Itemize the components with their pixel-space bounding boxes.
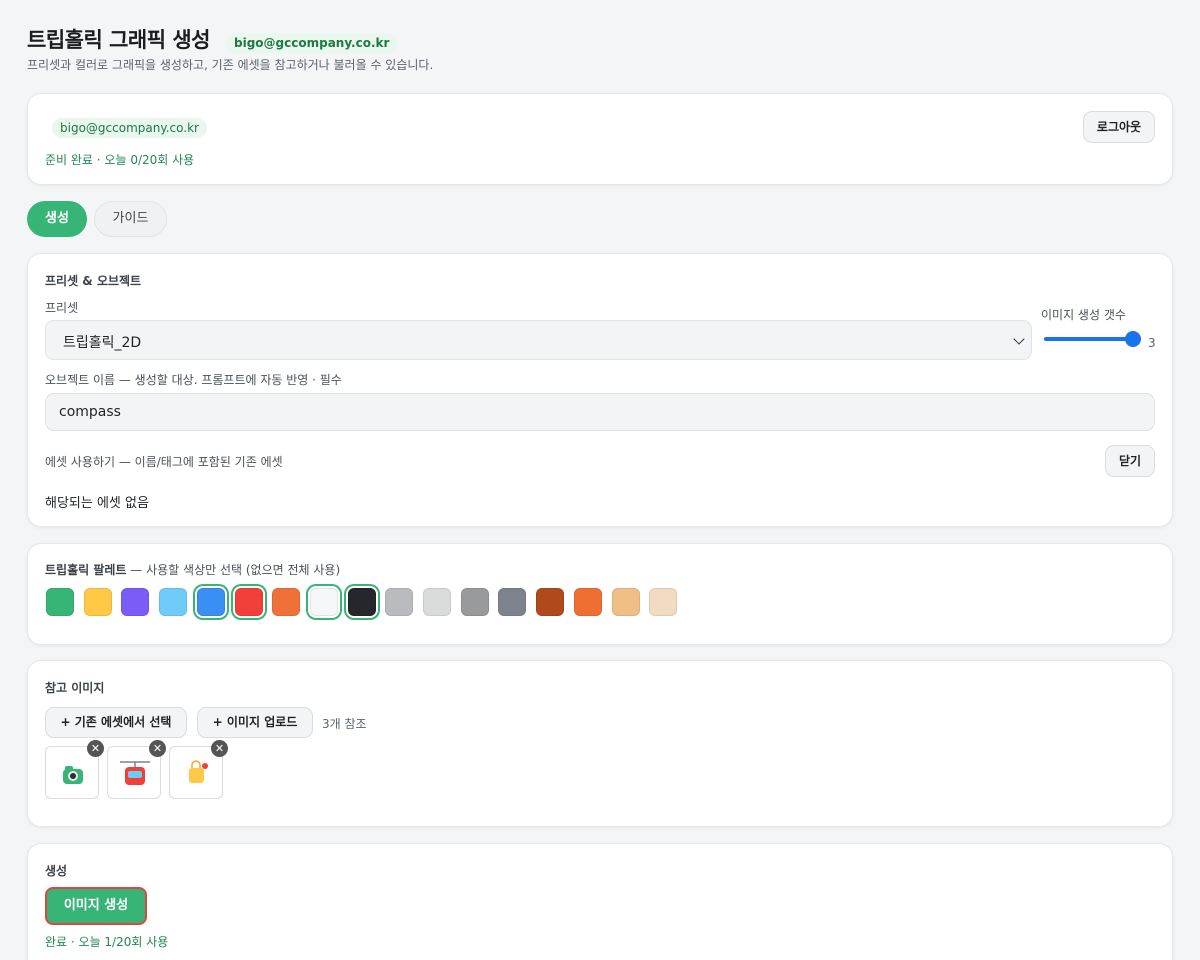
reference-thumbnail[interactable]: ✕ (107, 740, 166, 799)
remove-reference-button[interactable]: ✕ (87, 740, 104, 757)
reference-thumbnail[interactable]: ✕ (169, 740, 228, 799)
logout-button[interactable]: 로그아웃 (1083, 111, 1155, 143)
preset-section-title: 프리셋 & 오브젝트 (45, 274, 142, 288)
user-email-badge: bigo@gccompany.co.kr (226, 33, 398, 53)
page-header: 트립홀릭 그래픽 생성 bigo@gccompany.co.kr 프리셋과 컬러… (27, 24, 1173, 74)
palette-swatch[interactable] (574, 588, 602, 616)
generate-card: 생성 이미지 생성 완료 · 오늘 1/20회 사용 (27, 843, 1173, 960)
remove-reference-button[interactable]: ✕ (149, 740, 166, 757)
image-count-label: 이미지 생성 갯수 (1041, 308, 1126, 322)
generate-image-button[interactable]: 이미지 생성 (45, 887, 147, 925)
account-email-badge: bigo@gccompany.co.kr (52, 118, 207, 138)
palette-card: 트립홀릭 팔레트 — 사용할 색상만 선택 (없으면 전체 사용) (27, 543, 1173, 645)
remove-reference-button[interactable]: ✕ (211, 740, 228, 757)
generate-status: 완료 · 오늘 1/20회 사용 (45, 935, 169, 949)
palette-swatch[interactable] (121, 588, 149, 616)
page-subtitle: 프리셋과 컬러로 그래픽을 생성하고, 기존 에셋을 참고하거나 불러올 수 있… (27, 58, 434, 72)
image-count-value: 3 (1148, 336, 1156, 350)
palette-swatch[interactable] (197, 588, 225, 616)
select-existing-asset-button[interactable]: + 기존 에셋에서 선택 (45, 707, 187, 738)
palette-swatch[interactable] (84, 588, 112, 616)
object-name-label: 오브젝트 이름 — 생성할 대상. 프롬프트에 자동 반영 · 필수 (45, 373, 342, 387)
upload-image-button[interactable]: + 이미지 업로드 (197, 707, 313, 738)
palette-swatch[interactable] (310, 588, 338, 616)
palette-swatch[interactable] (159, 588, 187, 616)
object-name-value: compass (59, 404, 121, 420)
palette-swatch[interactable] (235, 588, 263, 616)
page-title: 트립홀릭 그래픽 생성 (27, 28, 211, 52)
object-name-input[interactable]: compass (45, 393, 1155, 431)
palette-title: 트립홀릭 팔레트 (45, 563, 127, 577)
reference-thumbnail[interactable]: ✕ (45, 740, 104, 799)
tab-guide[interactable]: 가이드 (94, 201, 167, 237)
no-asset-message: 해당되는 에셋 없음 (45, 496, 149, 511)
palette-swatch[interactable] (46, 588, 74, 616)
palette-hint: — 사용할 색상만 선택 (없으면 전체 사용) (126, 563, 341, 577)
generate-section-title: 생성 (45, 864, 68, 878)
palette-swatch[interactable] (272, 588, 300, 616)
reference-count: 3개 참조 (322, 717, 367, 731)
preset-label: 프리셋 (45, 301, 79, 315)
palette-swatch[interactable] (461, 588, 489, 616)
reference-images-card: 참고 이미지 + 기존 에셋에서 선택 + 이미지 업로드 3개 참조 ✕ ✕ (27, 660, 1173, 827)
reference-section-title: 참고 이미지 (45, 681, 105, 695)
preset-select[interactable]: 트립홀릭_2D (45, 320, 1032, 360)
palette-swatch[interactable] (536, 588, 564, 616)
palette-heading: 트립홀릭 팔레트 — 사용할 색상만 선택 (없으면 전체 사용) (45, 561, 340, 578)
preset-object-card: 프리셋 & 오브젝트 프리셋 트립홀릭_2D 이미지 생성 갯수 3 오브젝트 … (27, 253, 1173, 527)
palette-swatch[interactable] (385, 588, 413, 616)
tab-generate[interactable]: 생성 (27, 201, 87, 237)
palette-swatch[interactable] (649, 588, 677, 616)
asset-use-label: 에셋 사용하기 — 이름/태그에 포함된 기존 에셋 (45, 455, 283, 469)
palette-swatch[interactable] (348, 588, 376, 616)
account-status: 준비 완료 · 오늘 0/20회 사용 (45, 153, 195, 167)
preset-select-value: 트립홀릭_2D (63, 335, 142, 351)
chevron-down-icon (1013, 333, 1025, 345)
close-assets-button[interactable]: 닫기 (1105, 445, 1155, 477)
image-count-slider-thumb[interactable] (1125, 331, 1141, 347)
palette-swatch[interactable] (612, 588, 640, 616)
account-card: bigo@gccompany.co.kr 준비 완료 · 오늘 0/20회 사용… (27, 93, 1173, 185)
palette-swatch[interactable] (498, 588, 526, 616)
palette-swatch[interactable] (423, 588, 451, 616)
